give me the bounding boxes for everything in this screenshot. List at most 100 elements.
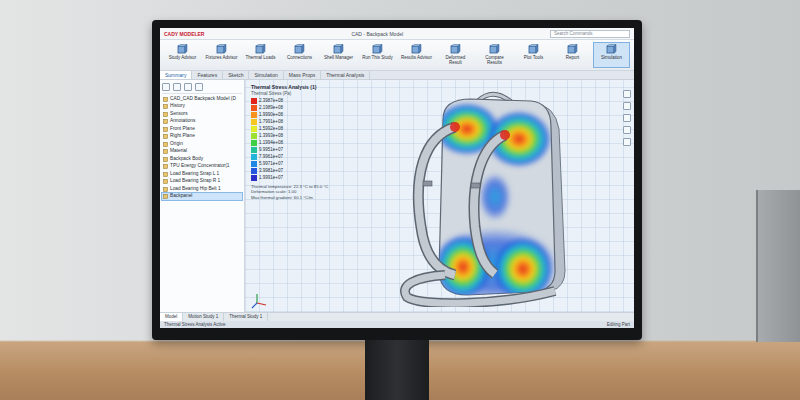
status-left: Thermal Stress Analysis Active	[164, 322, 226, 328]
legend-row: 1.1994e+08	[251, 140, 343, 146]
legend-value: 5.9971e+07	[259, 161, 283, 167]
legend-value: 1.7991e+08	[259, 119, 283, 125]
legend-row: 1.7991e+08	[251, 119, 343, 125]
tool-icon	[411, 44, 422, 55]
command-tab[interactable]: Sketch	[223, 71, 249, 79]
ribbon-button[interactable]: Fixtures Advisor	[203, 42, 240, 68]
view-tool-icon[interactable]	[623, 102, 631, 110]
view-tool-icon[interactable]	[623, 114, 631, 122]
command-tab[interactable]: Mass Props	[284, 71, 321, 79]
legend-value: 2.1989e+08	[259, 105, 283, 111]
command-tab[interactable]: Features	[192, 71, 223, 79]
tool-icon	[255, 44, 266, 55]
legend-value: 1.3993e+08	[259, 133, 283, 139]
command-tab[interactable]: Summary	[160, 71, 192, 79]
feature-icon	[163, 157, 168, 162]
legend-row: 5.9971e+07	[251, 161, 343, 167]
ribbon-button[interactable]: Run This Study	[359, 42, 396, 68]
ribbon-button[interactable]: Results Advisor	[398, 42, 435, 68]
model-tab[interactable]: Model	[160, 313, 183, 321]
tree-label: Load Bearing Strap L 1	[170, 171, 219, 178]
monitor-stand	[365, 340, 429, 400]
tree-item[interactable]: Load Bearing Strap L 1	[162, 171, 242, 178]
tool-icon	[216, 44, 227, 55]
app-logo: CADY MODELER	[164, 31, 204, 37]
ribbon-button[interactable]: Thermal Loads	[242, 42, 279, 68]
legend-subtitle: Thermal Stress (Pa)	[251, 91, 343, 96]
tree-label: Load Bearing Strap R 1	[170, 178, 220, 185]
tree-item[interactable]: TPU Energy Concentrator(1	[162, 163, 242, 170]
ribbon-button[interactable]: Connections	[281, 42, 318, 68]
tree-label: History	[170, 103, 185, 110]
tree-item[interactable]: History	[162, 103, 242, 110]
ribbon-button[interactable]: Compare Results	[476, 42, 513, 68]
tree-item[interactable]: Load Bearing Hip Belt 1	[162, 186, 242, 193]
command-tab[interactable]: Thermal Analysis	[321, 71, 370, 79]
ribbon-label: Results Advisor	[401, 56, 432, 61]
legend-value: 3.9981e+07	[259, 168, 283, 174]
legend-row: 1.3993e+08	[251, 133, 343, 139]
view-tool-icon[interactable]	[623, 126, 631, 134]
workspace: CAD_CAD Backpack Model (DHistorySensorsA…	[160, 80, 634, 312]
ribbon-button[interactable]: Report	[554, 42, 591, 68]
legend-value: 7.9961e+07	[259, 154, 283, 160]
tool-icon	[528, 44, 539, 55]
view-tool-icon[interactable]	[623, 138, 631, 146]
status-bar: Thermal Stress Analysis ActiveEditing Pa…	[160, 321, 634, 329]
tree-item[interactable]: Backpanel	[162, 193, 242, 200]
command-tab[interactable]: Simulation	[249, 71, 283, 79]
legend-swatch	[251, 168, 257, 174]
model-tab[interactable]: Motion Study 1	[183, 313, 224, 321]
feature-icon	[163, 142, 168, 147]
feature-icon	[163, 104, 168, 109]
tree-toolbar	[162, 83, 242, 94]
feature-icon	[163, 149, 168, 154]
tree-label: Annotations	[170, 118, 195, 125]
feature-icon	[163, 164, 168, 169]
legend-row: 2.3987e+08	[251, 98, 343, 104]
tree-tool-icon[interactable]	[195, 83, 203, 91]
tree-item[interactable]: Material	[162, 148, 242, 155]
legend-row: 1.9991e+07	[251, 175, 343, 181]
view-tool-icon[interactable]	[623, 90, 631, 98]
ribbon-button[interactable]: Study Advisor	[164, 42, 201, 68]
legend-swatch	[251, 140, 257, 146]
ribbon-button[interactable]: Plot Tools	[515, 42, 552, 68]
tree-item[interactable]: Backpack Body	[162, 156, 242, 163]
ribbon-label: Study Advisor	[169, 56, 197, 61]
tree-tool-icon[interactable]	[162, 83, 170, 91]
backpack-model[interactable]	[383, 85, 583, 307]
tree-item[interactable]: CAD_CAD Backpack Model (D	[162, 96, 242, 103]
legend-row: 1.5992e+08	[251, 126, 343, 132]
cabinet	[756, 190, 800, 342]
ribbon-button[interactable]: Simulation	[593, 42, 630, 68]
monitor-bezel: CADY MODELERCAD - Backpack ModelSearch C…	[152, 20, 642, 340]
title-bar: CADY MODELERCAD - Backpack ModelSearch C…	[160, 28, 634, 40]
axis-triad	[251, 293, 267, 309]
legend-swatch	[251, 112, 257, 118]
tool-icon	[294, 44, 305, 55]
ribbon-label: Compare Results	[478, 56, 511, 66]
tree-tool-icon[interactable]	[173, 83, 181, 91]
tree-item[interactable]: Right Plane	[162, 133, 242, 140]
tree-item[interactable]: Sensors	[162, 111, 242, 118]
tree-item[interactable]: Front Plane	[162, 126, 242, 133]
graphics-viewport[interactable]: Thermal Stress Analysis (1)Thermal Stres…	[245, 80, 634, 312]
tree-tool-icon[interactable]	[184, 83, 192, 91]
desk-scene: CADY MODELERCAD - Backpack ModelSearch C…	[0, 0, 800, 400]
feature-icon	[163, 194, 168, 199]
tree-label: Load Bearing Hip Belt 1	[170, 186, 221, 193]
legend-value: 1.9990e+08	[259, 112, 283, 118]
ribbon-label: Simulation	[601, 56, 622, 61]
legend-value: 2.3987e+08	[259, 98, 283, 104]
model-tab[interactable]: Thermal Study 1	[224, 313, 268, 321]
model-area	[343, 84, 623, 309]
feature-icon	[163, 179, 168, 184]
tree-item[interactable]: Origin	[162, 141, 242, 148]
tree-item[interactable]: Load Bearing Strap R 1	[162, 178, 242, 185]
tree-item[interactable]: Annotations	[162, 118, 242, 125]
search-field[interactable]: Search Commands	[550, 30, 630, 38]
ribbon-button[interactable]: Deformed Result	[437, 42, 474, 68]
ribbon-button[interactable]: Shell Manager	[320, 42, 357, 68]
feature-icon	[163, 187, 168, 192]
